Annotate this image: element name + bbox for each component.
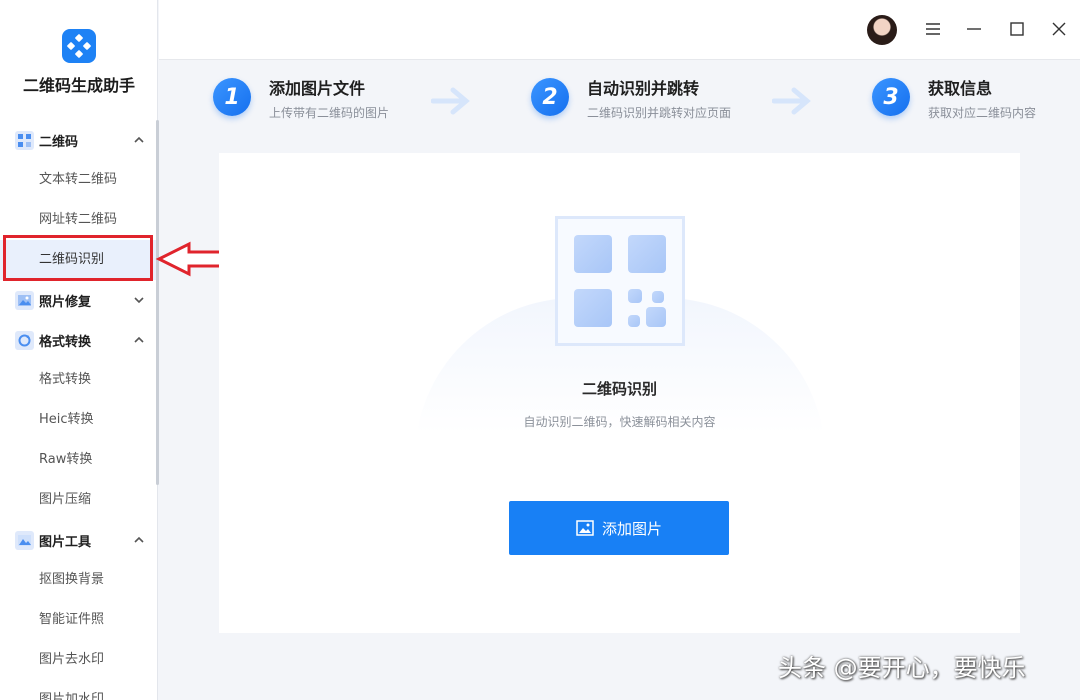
qr-grid-icon [15,130,34,150]
chevron-up-icon [134,336,144,343]
convert-icon [15,330,34,350]
card-title: 二维码识别 [581,380,657,398]
step-number: 2 [531,78,569,116]
sidebar-item-add-watermark[interactable]: 图片加水印 [0,680,157,700]
watermark-text: 头条 @要开心，要快乐 [778,654,1026,682]
sidebar-item-raw-convert[interactable]: Raw转换 [0,440,157,480]
chevron-up-icon [134,136,144,143]
sidebar-item-id-photo[interactable]: 智能证件照 [0,600,157,640]
avatar[interactable] [867,15,897,45]
sidebar-group-format-convert[interactable]: 格式转换 [0,320,157,360]
sidebar-group-image-tools[interactable]: 图片工具 [0,520,157,560]
sidebar-group-qrcode[interactable]: 二维码 [0,120,157,160]
sidebar-scrollbar[interactable] [156,120,159,485]
sidebar-item-cutout-background[interactable]: 抠图换背景 [0,560,157,600]
app-title: 二维码生成助手 [22,76,135,95]
add-image-button[interactable]: 添加图片 [509,501,729,555]
sidebar: 二维码生成助手 二维码 文本转二维码 网址转二维码 二维码识别 照片修复 格式转… [0,0,158,700]
title-bar [159,0,1080,60]
step-2: 2 自动识别并跳转 二维码识别并跳转对应页面 [531,78,731,121]
sidebar-item-format-convert[interactable]: 格式转换 [0,360,157,400]
add-image-button-label: 添加图片 [601,519,662,538]
app-logo-icon [62,29,96,63]
sidebar-group-label: 二维码 [39,134,79,150]
sidebar-item-text-to-qr[interactable]: 文本转二维码 [0,160,157,200]
upload-card: 二维码识别 自动识别二维码，快速解码相关内容 添加图片 [219,153,1020,633]
sidebar-item-heic-convert[interactable]: Heic转换 [0,400,157,440]
photo-repair-icon [15,290,34,310]
qr-illustration-icon [555,216,685,346]
maximize-icon[interactable] [1008,20,1026,38]
chevron-down-icon [134,297,144,304]
chevron-up-icon [134,536,144,543]
sidebar-group-label: 照片修复 [39,294,92,310]
step-number: 3 [872,78,910,116]
arrow-right-icon [431,87,470,115]
step-1: 1 添加图片文件 上传带有二维码的图片 [213,78,389,121]
sidebar-item-remove-watermark[interactable]: 图片去水印 [0,640,157,680]
step-title: 自动识别并跳转 [587,79,700,98]
step-title: 获取信息 [928,79,993,98]
sidebar-group-label: 图片工具 [39,534,92,550]
sidebar-item-image-compress[interactable]: 图片压缩 [0,480,157,520]
step-description: 二维码识别并跳转对应页面 [587,106,732,120]
menu-icon[interactable] [924,20,942,38]
annotation-highlight-box [3,235,153,281]
step-description: 上传带有二维码的图片 [269,106,390,120]
minimize-icon[interactable] [965,20,983,38]
sidebar-group-photo-repair[interactable]: 照片修复 [0,280,157,320]
arrow-right-icon [772,87,811,115]
step-title: 添加图片文件 [269,79,366,98]
step-description: 获取对应二维码内容 [928,106,1037,120]
step-number: 1 [213,78,251,116]
step-3: 3 获取信息 获取对应二维码内容 [872,78,1036,121]
close-icon[interactable] [1050,20,1068,38]
card-subtitle: 自动识别二维码，快速解码相关内容 [523,415,716,429]
sidebar-item-url-to-qr[interactable]: 网址转二维码 [0,200,157,240]
image-tools-icon [15,530,34,550]
image-icon [576,520,594,536]
sidebar-group-label: 格式转换 [39,334,92,350]
